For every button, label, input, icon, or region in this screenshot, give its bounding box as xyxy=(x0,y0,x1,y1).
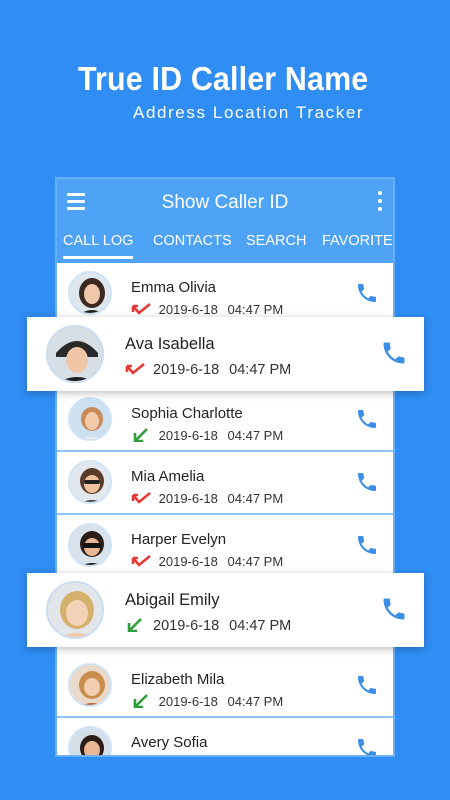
contact-name: Mia Amelia xyxy=(131,468,205,485)
avatar xyxy=(68,460,112,504)
tab-search[interactable]: SEARCH xyxy=(246,231,306,263)
call-meta: 2019-6-18 04:47 PM xyxy=(125,618,291,634)
avatar xyxy=(46,581,104,639)
tab-favorite[interactable]: FAVORITE xyxy=(322,231,393,263)
contact-name: Elizabeth Mila xyxy=(131,671,225,688)
phone-call-icon[interactable] xyxy=(355,470,379,494)
missed-call-icon xyxy=(131,491,151,504)
missed-call-icon xyxy=(131,554,151,567)
phone-call-icon[interactable] xyxy=(355,533,379,557)
call-meta: 2019-6-18 04:47 PM xyxy=(131,302,283,317)
contact-name: Avery Sofia xyxy=(131,734,208,751)
incoming-call-icon xyxy=(133,428,148,442)
list-item[interactable]: Mia Amelia 2019-6-18 04:47 PM xyxy=(57,452,393,515)
phone-call-icon[interactable] xyxy=(355,281,379,305)
phone-call-icon[interactable] xyxy=(355,673,379,697)
call-date: 2019-6-18 xyxy=(153,618,220,634)
call-time: 04:47 PM xyxy=(227,491,284,506)
call-meta: 2019-6-18 04:47 PM xyxy=(131,554,283,569)
contact-name: Abigail Emily xyxy=(125,591,220,609)
call-date: 2019-6-18 xyxy=(153,362,220,378)
contact-name: Emma Olivia xyxy=(131,279,217,296)
contact-name: Sophia Charlotte xyxy=(131,405,243,422)
avatar xyxy=(68,523,112,567)
missed-call-icon xyxy=(125,362,145,375)
more-vert-icon[interactable] xyxy=(377,191,383,215)
list-item[interactable]: Harper Evelyn 2019-6-18 04:47 PM xyxy=(57,515,393,578)
promo-subtitle: Address Location Tracker xyxy=(133,103,365,122)
missed-call-icon xyxy=(131,302,151,315)
contact-name: Harper Evelyn xyxy=(131,531,227,548)
tab-contacts[interactable]: CONTACTS xyxy=(153,231,232,263)
highlighted-list-item[interactable]: Ava Isabella 2019-6-18 04:47 PM xyxy=(27,317,424,391)
app-title: Show Caller ID xyxy=(161,192,289,213)
call-meta: 2019-6-18 04:47 PM xyxy=(131,491,283,506)
avatar xyxy=(68,271,112,315)
phone-screen: Show Caller ID CALL LOG CONTACTS SEARCH … xyxy=(55,177,395,757)
list-item[interactable]: Elizabeth Mila 2019-6-18 04:47 PM xyxy=(57,655,393,718)
call-meta: 2019-6-18 04:47 PM xyxy=(131,694,283,709)
call-time: 04:47 PM xyxy=(227,694,284,709)
phone-call-icon[interactable] xyxy=(355,407,379,431)
call-date: 2019-6-18 xyxy=(158,694,218,709)
avatar xyxy=(68,397,112,441)
tab-call-log[interactable]: CALL LOG xyxy=(63,231,134,263)
phone-call-icon[interactable] xyxy=(380,595,408,623)
call-date: 2019-6-18 xyxy=(158,554,218,569)
call-time: 04:47 PM xyxy=(227,428,284,443)
list-item[interactable]: Sophia Charlotte 2019-6-18 04:47 PM xyxy=(57,389,393,452)
call-meta: 2019-6-18 04:47 PM xyxy=(131,428,283,443)
contact-name: Ava Isabella xyxy=(125,335,215,353)
call-time: 04:47 PM xyxy=(229,362,292,378)
call-time: 04:47 PM xyxy=(229,618,292,634)
list-item[interactable]: Avery Sofia xyxy=(57,718,393,757)
phone-call-icon[interactable] xyxy=(380,339,408,367)
avatar xyxy=(68,726,112,755)
phone-call-icon[interactable] xyxy=(355,736,379,757)
call-time: 04:47 PM xyxy=(227,554,284,569)
call-date: 2019-6-18 xyxy=(158,428,218,443)
incoming-call-icon xyxy=(133,694,148,708)
incoming-call-icon xyxy=(127,618,142,632)
highlighted-list-item[interactable]: Abigail Emily 2019-6-18 04:47 PM xyxy=(27,573,424,647)
promo-title: True ID Caller Name xyxy=(78,60,369,97)
call-date: 2019-6-18 xyxy=(158,491,218,506)
call-time: 04:47 PM xyxy=(227,302,284,317)
call-date: 2019-6-18 xyxy=(158,302,218,317)
app-bar: Show Caller ID CALL LOG CONTACTS SEARCH … xyxy=(57,179,393,263)
call-meta: 2019-6-18 04:47 PM xyxy=(125,362,291,378)
avatar xyxy=(46,325,104,383)
tab-bar: CALL LOG CONTACTS SEARCH FAVORITE xyxy=(57,231,393,263)
avatar xyxy=(68,663,112,707)
